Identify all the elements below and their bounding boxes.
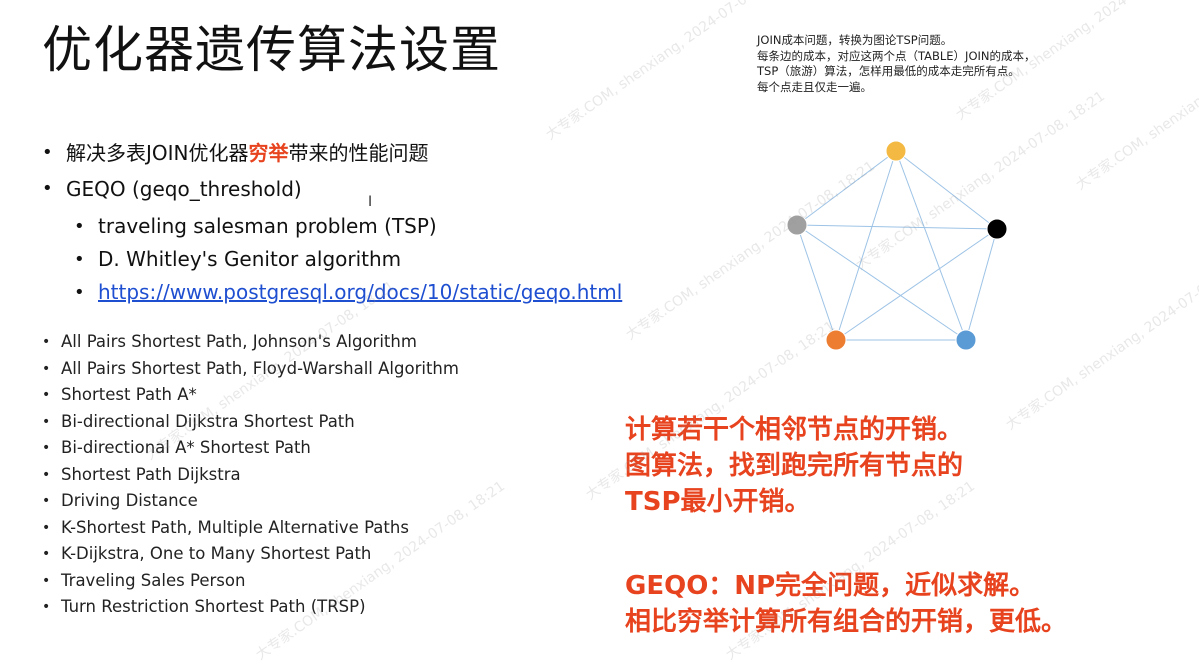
red-line: 图算法，找到跑完所有节点的 <box>625 451 964 481</box>
list-item: All Pairs Shortest Path, Floyd-Warshall … <box>42 356 459 383</box>
sub-bullet-genitor: D. Whitley's Genitor algorithm <box>72 243 622 276</box>
slide-title: 优化器遗传算法设置 <box>42 21 501 79</box>
red-line: TSP最小开销。 <box>625 487 811 517</box>
red-line: GEQO：NP完全问题，近似求解。 <box>625 571 1036 601</box>
note-line: TSP（旅游）算法，怎样用最低的成本走完所有点。 <box>757 64 1020 78</box>
bullet-text: 带来的性能问题 <box>288 141 429 165</box>
graph-edge <box>895 150 967 341</box>
list-item: Shortest Path A* <box>42 382 459 409</box>
note-line: JOIN成本问题，转换为图论TSP问题。 <box>757 33 953 47</box>
graph-nodes <box>786 140 1008 351</box>
graph-edges <box>796 150 998 341</box>
list-item: Bi-directional Dijkstra Shortest Path <box>42 409 459 436</box>
red-note-cost: 计算若干个相邻节点的开销。 图算法，找到跑完所有节点的 TSP最小开销。 <box>625 412 963 520</box>
bullet-text: 解决多表JOIN优化器 <box>66 141 249 165</box>
graph-edge <box>796 224 837 341</box>
graph-node <box>825 329 847 351</box>
graph-edge <box>796 150 897 226</box>
note-line: 每条边的成本，对应这两个点（TABLE）JOIN的成本， <box>757 48 1036 63</box>
bullet-join-optimizer: 解决多表JOIN优化器穷举带来的性能问题 <box>42 138 429 174</box>
watermark-text: 大专家.COM, shenxiang, 2024-07-08, 18:21 <box>1003 248 1199 434</box>
red-line: 计算若干个相邻节点的开销。 <box>625 415 964 445</box>
text-cursor-icon: I <box>368 194 373 210</box>
list-item: K-Dijkstra, One to Many Shortest Path <box>42 541 459 568</box>
graph-node <box>786 214 808 236</box>
watermark-text: 大专家.COM, shenxiang, 2024-07-08, 18:21 <box>1073 8 1199 194</box>
sub-bullet-link: https://www.postgresql.org/docs/10/stati… <box>72 276 622 309</box>
graph-edge <box>835 150 897 341</box>
note-line: 每个点走且仅走一遍。 <box>757 79 872 94</box>
red-line: 相比穷举计算所有组合的开销，更低。 <box>625 607 1068 637</box>
list-item: All Pairs Shortest Path, Johnson's Algor… <box>42 329 459 356</box>
tsp-note: JOIN成本问题，转换为图论TSP问题。 每条边的成本，对应这两个点（TABLE… <box>757 33 1036 95</box>
graph-node <box>885 140 907 162</box>
list-item: Bi-directional A* Shortest Path <box>42 435 459 462</box>
graph-edge <box>965 228 998 341</box>
sub-bullets: traveling salesman problem (TSP) D. Whit… <box>72 210 622 309</box>
highlight-exhaustive: 穷举 <box>248 141 289 165</box>
graph-node <box>955 329 977 351</box>
algorithm-list: All Pairs Shortest Path, Johnson's Algor… <box>42 329 459 621</box>
list-item: Traveling Sales Person <box>42 568 459 595</box>
geqo-docs-link[interactable]: https://www.postgresql.org/docs/10/stati… <box>98 280 622 304</box>
graph-edge <box>796 224 967 341</box>
graph-edge <box>895 150 998 230</box>
list-item: K-Shortest Path, Multiple Alternative Pa… <box>42 515 459 542</box>
list-item: Shortest Path Dijkstra <box>42 462 459 489</box>
tsp-graph <box>786 140 1008 351</box>
list-item: Turn Restriction Shortest Path (TRSP) <box>42 594 459 621</box>
red-note-geqo: GEQO：NP完全问题，近似求解。 相比穷举计算所有组合的开销，更低。 <box>625 568 1067 640</box>
sub-bullet-tsp: traveling salesman problem (TSP) <box>72 210 622 243</box>
graph-edge <box>835 228 998 341</box>
list-item: Driving Distance <box>42 488 459 515</box>
graph-node <box>986 218 1008 240</box>
graph-edge <box>796 224 998 230</box>
